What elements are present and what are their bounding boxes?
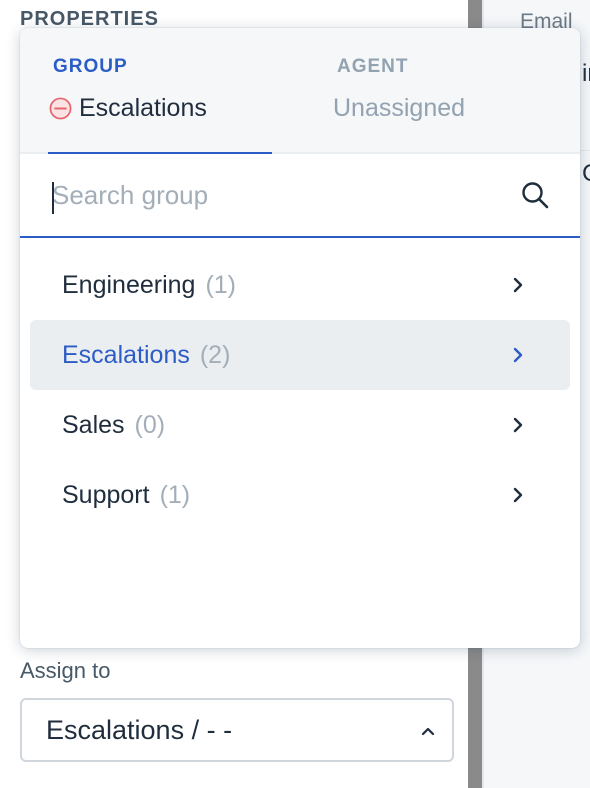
right-pane-text-fragment: C	[582, 160, 590, 188]
tab-agent[interactable]: AGENT Unassigned	[332, 28, 562, 154]
group-count: (1)	[159, 480, 191, 509]
search-icon[interactable]	[520, 180, 550, 210]
dropdown-tabs: GROUP Escalations AGENT Unassigned	[20, 28, 580, 156]
chevron-right-icon	[513, 417, 523, 433]
tab-agent-value: Unassigned	[333, 94, 466, 122]
chevron-right-icon	[513, 277, 523, 293]
group-name: Support	[62, 480, 150, 509]
assign-to-value: Escalations / - -	[46, 714, 233, 745]
group-item-support[interactable]: Support (1)	[30, 460, 570, 530]
chevron-right-icon	[513, 347, 523, 363]
search-bar	[20, 154, 580, 238]
group-count: (0)	[134, 410, 166, 439]
assign-to-label: Assign to	[20, 658, 111, 683]
group-item-escalations[interactable]: Escalations (2)	[30, 320, 570, 390]
group-name: Sales	[62, 410, 125, 439]
tab-group-title: GROUP	[53, 56, 128, 77]
group-item-sales[interactable]: Sales (0)	[30, 390, 570, 460]
group-count: (2)	[199, 340, 231, 369]
search-group-input[interactable]	[52, 172, 492, 218]
right-pane-text-fragment: ir	[582, 60, 590, 87]
group-name: Engineering	[62, 270, 196, 299]
tab-agent-title: AGENT	[337, 56, 409, 77]
tab-group[interactable]: GROUP Escalations	[48, 28, 272, 156]
chevron-up-icon	[421, 727, 435, 736]
group-name: Escalations	[62, 340, 190, 369]
group-list: Engineering (1) Escalations (2) Sales (0…	[30, 250, 570, 530]
group-count: (1)	[205, 270, 236, 299]
assign-dropdown-popup: GROUP Escalations AGENT Unassigned Searc…	[20, 28, 580, 648]
text-caret	[52, 182, 54, 214]
minus-circle-icon	[49, 97, 72, 120]
ticket-properties-screen: PROPERTIES Assign to Escalations / - - E…	[0, 0, 590, 788]
tab-group-value: Escalations	[79, 94, 207, 122]
group-item-engineering[interactable]: Engineering (1)	[30, 250, 570, 320]
assign-to-select[interactable]: Escalations / - -	[20, 698, 454, 762]
chevron-right-icon	[513, 487, 523, 503]
